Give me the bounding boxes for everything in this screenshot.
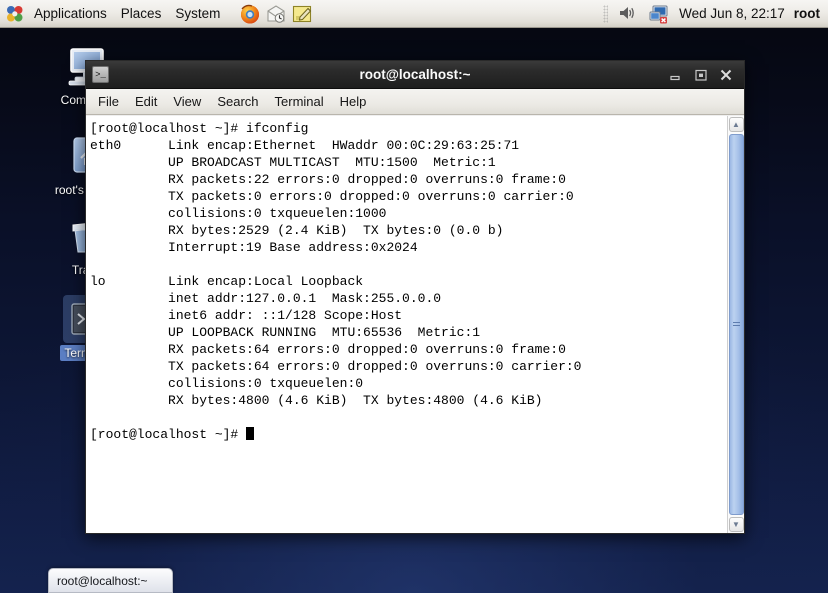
terminal-prompt-line: [root@localhost ~]# — [90, 426, 725, 443]
terminal-output[interactable]: [root@localhost ~]# ifconfig eth0 Link en… — [86, 116, 727, 533]
window-menubar: File Edit View Search Terminal Help — [86, 89, 744, 115]
taskbar-button-label: root@localhost:~ — [57, 573, 148, 588]
terminal-line: inet addr:127.0.0.1 Mask:255.0.0.0 — [90, 291, 442, 306]
panel-clock[interactable]: Wed Jun 8, 22:17 — [679, 6, 785, 21]
panel-launchers — [239, 3, 313, 25]
menu-label: File — [98, 94, 119, 109]
window-title: root@localhost:~ — [359, 67, 471, 82]
terminal-line: lo Link encap:Local Loopback — [90, 274, 364, 289]
menu-label: View — [173, 94, 202, 109]
terminal-line: inet6 addr: ::1/128 Scope:Host — [90, 308, 403, 323]
menu-help[interactable]: Help — [332, 92, 375, 111]
menu-label: Edit — [134, 94, 158, 109]
terminal-line: [root@localhost ~]# ifconfig — [90, 121, 309, 136]
terminal-prompt: [root@localhost ~]# — [90, 427, 247, 442]
terminal-line: eth0 Link encap:Ethernet HWaddr 00:0C:29… — [90, 138, 520, 153]
terminal-line: RX packets:22 errors:0 dropped:0 overrun… — [90, 172, 566, 187]
panel-user-label[interactable]: root — [794, 6, 820, 21]
firefox-icon[interactable] — [239, 3, 261, 25]
terminal-window: >_ root@localhost:~ File Edit View Searc… — [85, 60, 745, 534]
panel-tray: Wed Jun 8, 22:17 root — [603, 3, 828, 25]
terminal-line: RX bytes:4800 (4.6 KiB) TX bytes:4800 (4… — [90, 393, 543, 408]
menu-label: Help — [339, 94, 367, 109]
text-editor-icon[interactable] — [291, 3, 313, 25]
terminal-line: UP LOOPBACK RUNNING MTU:65536 Metric:1 — [90, 325, 481, 340]
close-button[interactable] — [719, 68, 733, 82]
terminal-line: TX packets:0 errors:0 dropped:0 overruns… — [90, 189, 574, 204]
evolution-mail-icon[interactable] — [265, 3, 287, 25]
panel-menubar: Applications Places System — [27, 0, 227, 28]
terminal-scrollbar[interactable]: ▲ ▼ — [727, 116, 744, 533]
panel-menu-label: Places — [120, 6, 162, 21]
terminal-line: collisions:0 txqueuelen:0 — [90, 376, 364, 391]
terminal-line: collisions:0 txqueuelen:1000 — [90, 206, 387, 221]
scrollbar-track[interactable] — [728, 133, 744, 516]
terminal-line: RX packets:64 errors:0 dropped:0 overrun… — [90, 342, 566, 357]
maximize-button[interactable] — [694, 68, 708, 82]
menu-file[interactable]: File — [90, 92, 127, 111]
menu-label: Terminal — [274, 94, 324, 109]
panel-menu-label: Applications — [34, 6, 107, 21]
volume-icon[interactable] — [617, 3, 639, 25]
minimize-button[interactable] — [669, 68, 683, 82]
scrollbar-grip — [732, 321, 740, 328]
terminal-line: UP BROADCAST MULTICAST MTU:1500 Metric:1 — [90, 155, 496, 170]
window-controls — [669, 68, 744, 82]
taskbar-button-terminal[interactable]: root@localhost:~ — [48, 568, 173, 593]
menu-terminal[interactable]: Terminal — [267, 92, 332, 111]
terminal-cursor — [246, 427, 255, 440]
top-panel: Applications Places System Wed Jun 8, 22… — [0, 0, 828, 28]
panel-menu-system[interactable]: System — [168, 2, 227, 26]
scroll-up-arrow[interactable]: ▲ — [728, 117, 744, 132]
menu-search[interactable]: Search — [209, 92, 266, 111]
scrollbar-thumb[interactable] — [728, 134, 744, 515]
terminal-body: [root@localhost ~]# ifconfig eth0 Link en… — [86, 116, 744, 533]
fedora-logo-icon[interactable] — [5, 4, 25, 24]
terminal-window-icon: >_ — [92, 66, 109, 83]
terminal-line: RX bytes:2529 (2.4 KiB) TX bytes:0 (0.0 … — [90, 223, 504, 238]
panel-menu-applications[interactable]: Applications — [27, 2, 114, 26]
menu-edit[interactable]: Edit — [127, 92, 165, 111]
panel-menu-label: System — [175, 6, 221, 21]
window-titlebar[interactable]: >_ root@localhost:~ — [86, 61, 744, 89]
scroll-down-arrow[interactable]: ▼ — [728, 517, 744, 532]
menu-label: Search — [217, 94, 259, 109]
panel-menu-places[interactable]: Places — [114, 2, 169, 26]
menu-view[interactable]: View — [165, 92, 209, 111]
terminal-line: TX packets:64 errors:0 dropped:0 overrun… — [90, 359, 582, 374]
panel-separator — [603, 4, 609, 23]
network-disconnected-icon[interactable] — [648, 3, 670, 25]
terminal-line: Interrupt:19 Base address:0x2024 — [90, 240, 418, 255]
